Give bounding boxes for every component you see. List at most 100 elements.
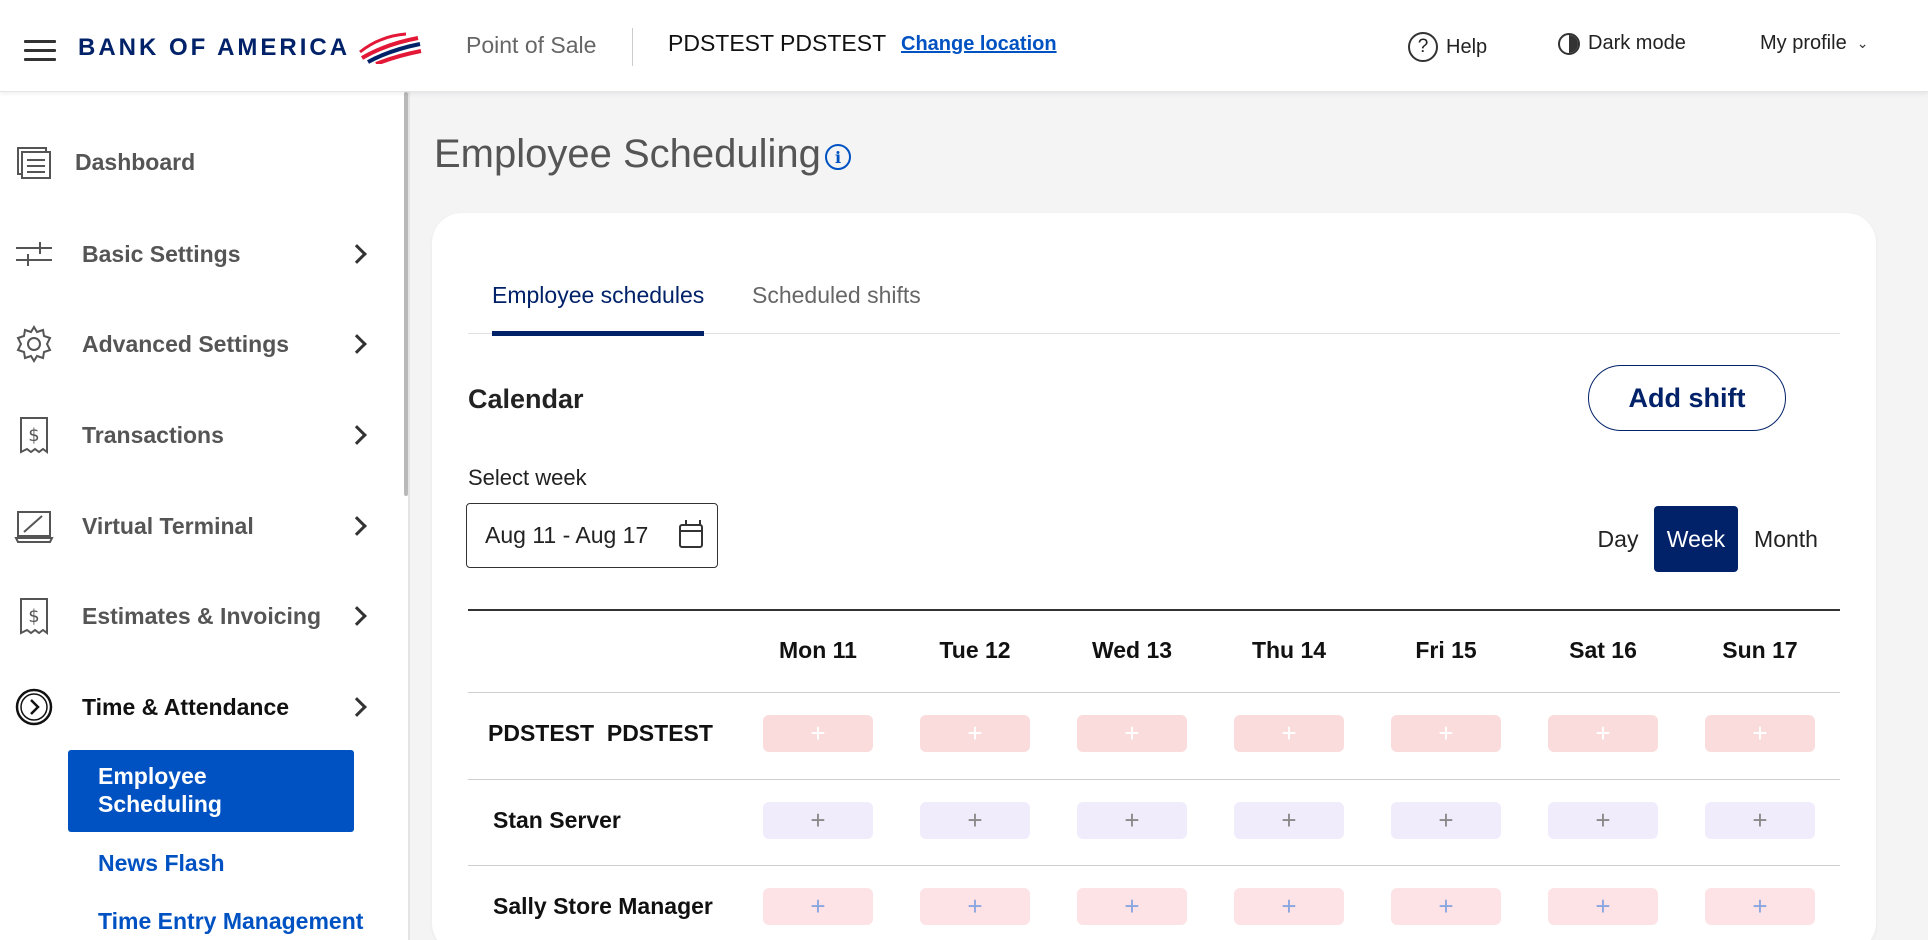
header-divider (632, 28, 633, 66)
chevron-down-icon: ⌄ (1856, 35, 1869, 51)
dashboard-icon (14, 142, 54, 182)
sidebar-item-basic-settings[interactable]: Basic Settings (0, 224, 400, 284)
invoice-dollar-icon: $ (14, 596, 54, 636)
calendar-icon[interactable] (679, 520, 703, 548)
add-shift-slot[interactable]: + (1705, 802, 1815, 839)
sidebar-item-virtual-terminal[interactable]: Virtual Terminal (0, 496, 400, 556)
profile-label: My profile (1760, 32, 1847, 54)
sidebar-item-estimates-invoicing[interactable]: $ Estimates & Invoicing (0, 586, 400, 646)
change-location-link[interactable]: Change location (901, 33, 1057, 56)
clock-icon (14, 687, 54, 727)
sidebar-item-transactions[interactable]: $ Transactions (0, 405, 400, 465)
add-shift-slot[interactable]: + (920, 715, 1030, 752)
day-header: Thu 14 (1251, 637, 1327, 663)
sidebar-item-label: Transactions (82, 421, 224, 448)
help-button[interactable]: ? Help (1408, 32, 1487, 62)
sidebar-item-label: Basic Settings (82, 240, 241, 267)
row-divider (468, 865, 1840, 866)
add-shift-slot[interactable]: + (1548, 802, 1658, 839)
tab-scheduled-shifts[interactable]: Scheduled shifts (752, 282, 921, 331)
sidebar-subitem-time-entry[interactable]: Time Entry Management (98, 908, 384, 935)
svg-text:$: $ (28, 606, 39, 627)
day-header: Sun 17 (1722, 637, 1798, 663)
sidebar-subitem-news-flash[interactable]: News Flash (98, 850, 384, 877)
sidebar-item-advanced-settings[interactable]: Advanced Settings (0, 314, 400, 374)
add-shift-slot[interactable]: + (1548, 715, 1658, 752)
chevron-right-icon (347, 425, 367, 445)
dark-mode-icon (1558, 32, 1580, 55)
logo-text: BANK OF AMERICA (78, 34, 351, 61)
dark-mode-label: Dark mode (1588, 32, 1686, 54)
view-week-button[interactable]: Week (1654, 506, 1738, 572)
add-shift-slot[interactable]: + (1234, 888, 1344, 925)
receipt-dollar-icon: $ (14, 415, 54, 455)
bank-logo[interactable]: BANK OF AMERICA (78, 30, 422, 66)
add-shift-slot[interactable]: + (1077, 888, 1187, 925)
info-icon[interactable]: i (825, 144, 851, 170)
add-shift-button[interactable]: Add shift (1588, 365, 1786, 431)
gear-icon (14, 324, 54, 364)
chevron-right-icon (347, 606, 367, 626)
chevron-right-icon (347, 697, 367, 717)
row-divider (468, 692, 1840, 693)
add-shift-slot[interactable]: + (1391, 888, 1501, 925)
flag-logo-icon (359, 32, 422, 64)
sidebar-item-time-attendance[interactable]: Time & Attendance (0, 677, 400, 737)
add-shift-slot[interactable]: + (1391, 802, 1501, 839)
terminal-icon (14, 506, 54, 546)
add-shift-slot[interactable]: + (1391, 715, 1501, 752)
help-label: Help (1446, 35, 1488, 58)
app-window: BANK OF AMERICA Point of Sale PDSTEST PD… (0, 0, 1928, 940)
tab-employee-schedules[interactable]: Employee schedules (492, 282, 705, 336)
app-name: Point of Sale (466, 32, 597, 58)
chevron-right-icon (347, 516, 367, 536)
sidebar-item-label: Estimates & Invoicing (82, 602, 322, 629)
help-icon: ? (1408, 32, 1438, 62)
add-shift-slot[interactable]: + (1705, 888, 1815, 925)
week-picker-input[interactable]: Aug 11 - Aug 17 (466, 503, 718, 568)
add-shift-slot[interactable]: + (920, 888, 1030, 925)
add-shift-slot[interactable]: + (763, 802, 873, 839)
page-title: Employee Scheduling (434, 132, 821, 176)
svg-text:$: $ (28, 425, 39, 446)
select-week-label: Select week (468, 465, 587, 490)
sidebar-item-label: Advanced Settings (82, 330, 290, 357)
chevron-right-icon (347, 244, 367, 264)
week-picker-value: Aug 11 - Aug 17 (485, 522, 649, 548)
add-shift-slot[interactable]: + (1234, 715, 1344, 752)
add-shift-slot[interactable]: + (763, 888, 873, 925)
location-name: PDSTEST PDSTEST (668, 30, 887, 56)
top-header: BANK OF AMERICA Point of Sale PDSTEST PD… (0, 0, 1928, 92)
day-header: Wed 13 (1091, 637, 1173, 663)
add-shift-slot[interactable]: + (1234, 802, 1344, 839)
add-shift-slot[interactable]: + (1548, 888, 1658, 925)
dark-mode-toggle[interactable]: Dark mode (1558, 32, 1686, 55)
add-shift-slot[interactable]: + (763, 715, 873, 752)
day-header: Tue 12 (939, 637, 1011, 663)
add-shift-slot[interactable]: + (920, 802, 1030, 839)
employee-name: PDSTEST PDSTEST (488, 720, 713, 746)
day-header: Fri 15 (1415, 637, 1477, 663)
sidebar-item-dashboard[interactable]: Dashboard (0, 132, 400, 192)
sidebar-subitem-employee-scheduling[interactable]: Employee Scheduling (68, 750, 354, 832)
view-month-button[interactable]: Month (1746, 506, 1826, 572)
add-shift-slot[interactable]: + (1077, 802, 1187, 839)
calendar-title: Calendar (468, 384, 584, 414)
add-shift-slot[interactable]: + (1705, 715, 1815, 752)
sliders-icon (14, 234, 54, 274)
sidebar-item-label: Time & Attendance (82, 693, 290, 720)
row-divider (468, 779, 1840, 780)
chevron-right-icon (347, 334, 367, 354)
view-day-button[interactable]: Day (1588, 506, 1648, 572)
sidebar-item-label: Virtual Terminal (82, 512, 254, 539)
day-header: Mon 11 (779, 637, 857, 663)
day-header: Sat 16 (1569, 637, 1637, 663)
hamburger-menu-icon[interactable] (24, 40, 56, 62)
add-shift-slot[interactable]: + (1077, 715, 1187, 752)
tab-bar: Employee schedules Scheduled shifts (468, 270, 1840, 336)
my-profile-menu[interactable]: My profile ⌄ (1760, 32, 1868, 55)
employee-name: Sally Store Manager (493, 893, 713, 919)
grid-top-border (468, 609, 1840, 611)
sidebar-scrollbar[interactable] (404, 92, 408, 496)
sidebar-item-label: Dashboard (75, 148, 196, 175)
